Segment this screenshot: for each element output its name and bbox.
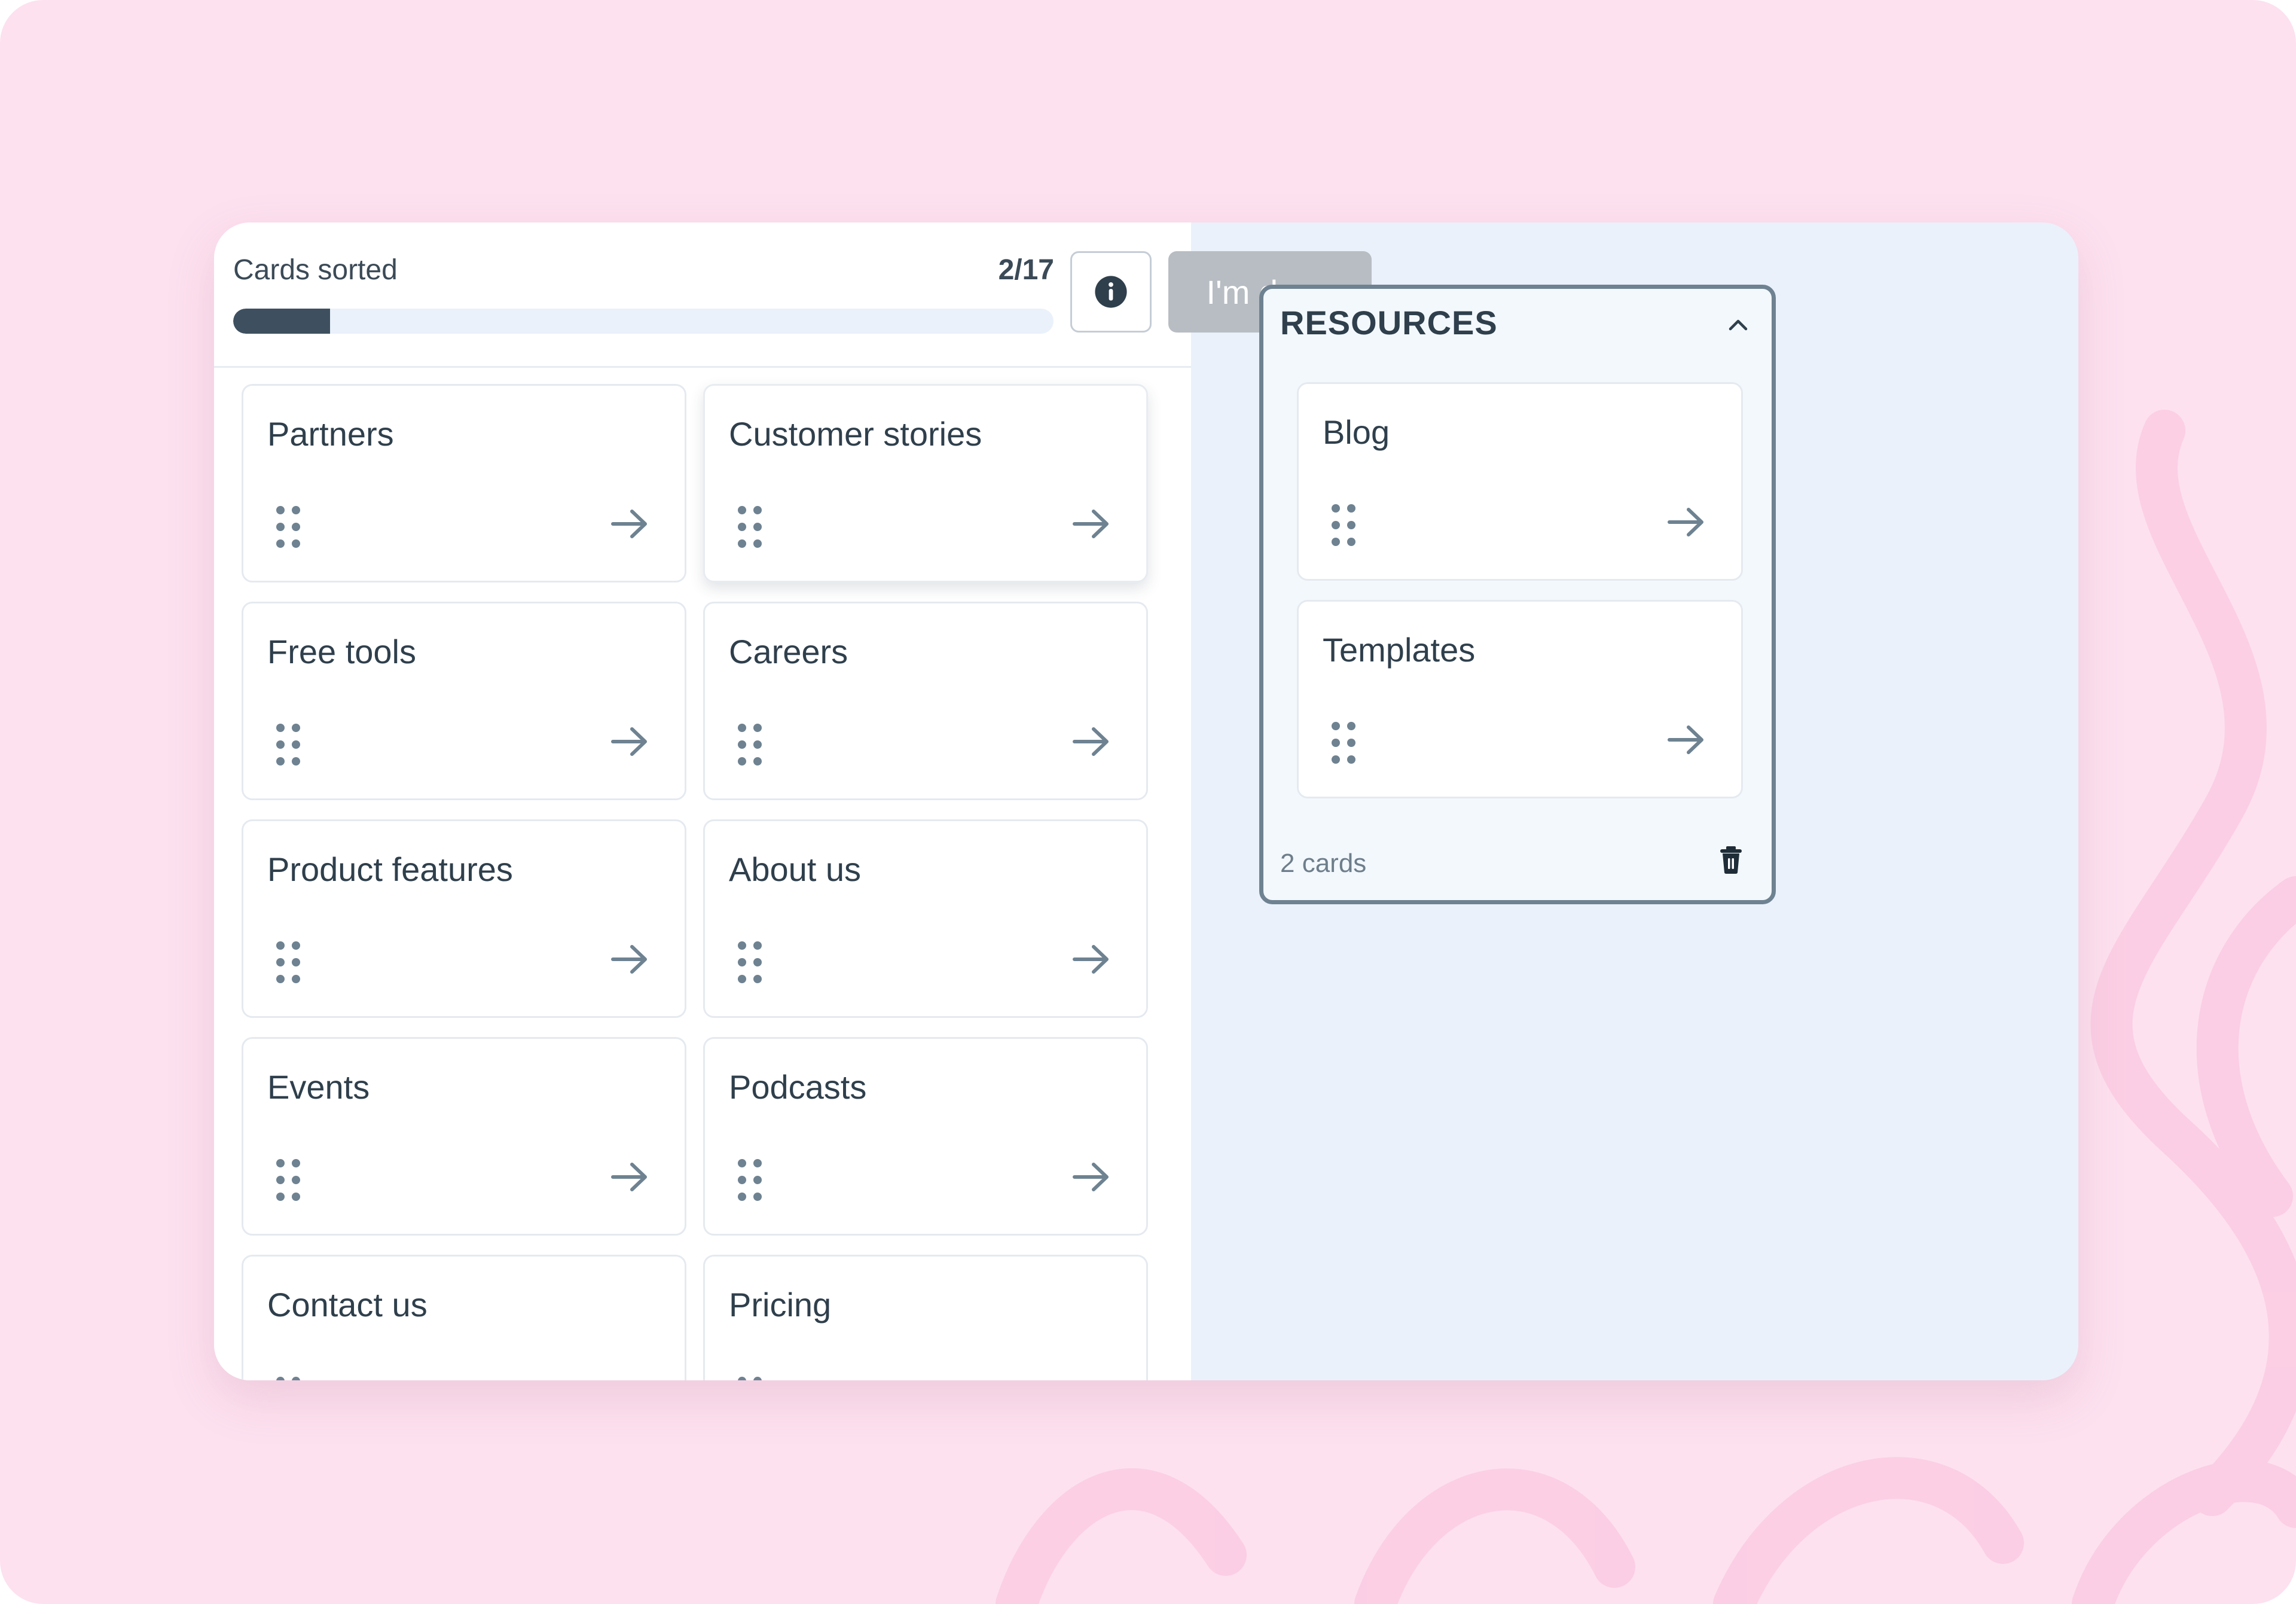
card-label: Customer stories (729, 415, 982, 453)
category-title[interactable]: RESOURCES (1280, 303, 1498, 342)
drag-handle-icon[interactable] (1330, 721, 1358, 764)
chevron-up-icon (1729, 319, 1748, 331)
drag-handle-icon[interactable] (736, 1158, 765, 1202)
card-label: Templates (1323, 631, 1476, 669)
card-label: Free tools (267, 633, 416, 670)
unsorted-panel: Cards sorted 2/17 I'm done Partners (214, 222, 1372, 1380)
card-pricing[interactable]: Pricing (703, 1255, 1148, 1380)
drag-handle-icon[interactable] (1330, 504, 1358, 547)
card-about-us[interactable]: About us (703, 819, 1148, 1018)
card-free-tools[interactable]: Free tools (242, 602, 686, 800)
card-label: About us (729, 850, 862, 888)
drag-handle-icon[interactable] (274, 723, 303, 766)
progress-count: 2/17 (998, 254, 1054, 286)
arrow-right-icon[interactable] (610, 509, 649, 539)
arrow-right-icon[interactable] (1072, 727, 1110, 757)
card-label: Contact us (267, 1286, 428, 1324)
card-label: Blog (1323, 413, 1390, 451)
card-events[interactable]: Events (242, 1037, 686, 1236)
card-careers[interactable]: Careers (703, 602, 1148, 800)
drag-handle-icon[interactable] (736, 1376, 765, 1380)
card-label: Podcasts (729, 1068, 867, 1106)
card-templates[interactable]: Templates (1297, 600, 1743, 798)
category-group-resources[interactable]: RESOURCES Blog Templates 2 cards (1259, 285, 1776, 904)
card-sort-window: Cards sorted 2/17 I'm done Partners (214, 222, 2078, 1380)
card-label: Partners (267, 415, 394, 453)
arrow-right-icon[interactable] (1667, 725, 1705, 755)
collapse-button[interactable] (1726, 313, 1750, 337)
drag-handle-icon[interactable] (736, 723, 765, 766)
arrow-right-icon[interactable] (1072, 1162, 1110, 1192)
card-label: Product features (267, 850, 513, 888)
progress-bar (233, 309, 1054, 334)
arrow-right-icon[interactable] (610, 1162, 649, 1192)
progress-bar-fill (233, 309, 330, 334)
info-button[interactable] (1070, 251, 1152, 333)
progress-label: Cards sorted (233, 254, 398, 286)
card-label: Events (267, 1068, 370, 1106)
stage: Cards sorted 2/17 I'm done Partners (0, 0, 2296, 1604)
card-contact-us[interactable]: Contact us (242, 1255, 686, 1380)
card-product-features[interactable]: Product features (242, 819, 686, 1018)
drag-handle-icon[interactable] (274, 505, 303, 548)
card-customer-stories[interactable]: Customer stories (703, 384, 1148, 583)
drag-handle-icon[interactable] (736, 505, 765, 548)
arrow-right-icon[interactable] (610, 727, 649, 757)
arrow-right-icon[interactable] (1072, 944, 1110, 974)
trash-icon[interactable] (1719, 845, 1743, 875)
card-blog[interactable]: Blog (1297, 382, 1743, 581)
card-label: Pricing (729, 1286, 832, 1324)
category-card-count: 2 cards (1280, 849, 1367, 878)
progress-header: Cards sorted 2/17 I'm done (214, 222, 1372, 368)
arrow-right-icon[interactable] (1667, 507, 1705, 537)
arrow-right-icon[interactable] (610, 944, 649, 974)
drag-handle-icon[interactable] (736, 941, 765, 984)
card-label: Careers (729, 633, 848, 670)
drag-handle-icon[interactable] (274, 1376, 303, 1380)
card-podcasts[interactable]: Podcasts (703, 1037, 1148, 1236)
arrow-right-icon[interactable] (1072, 509, 1110, 539)
drag-handle-icon[interactable] (274, 1158, 303, 1202)
info-icon (1095, 276, 1127, 308)
card-partners[interactable]: Partners (242, 384, 686, 583)
drag-handle-icon[interactable] (274, 941, 303, 984)
